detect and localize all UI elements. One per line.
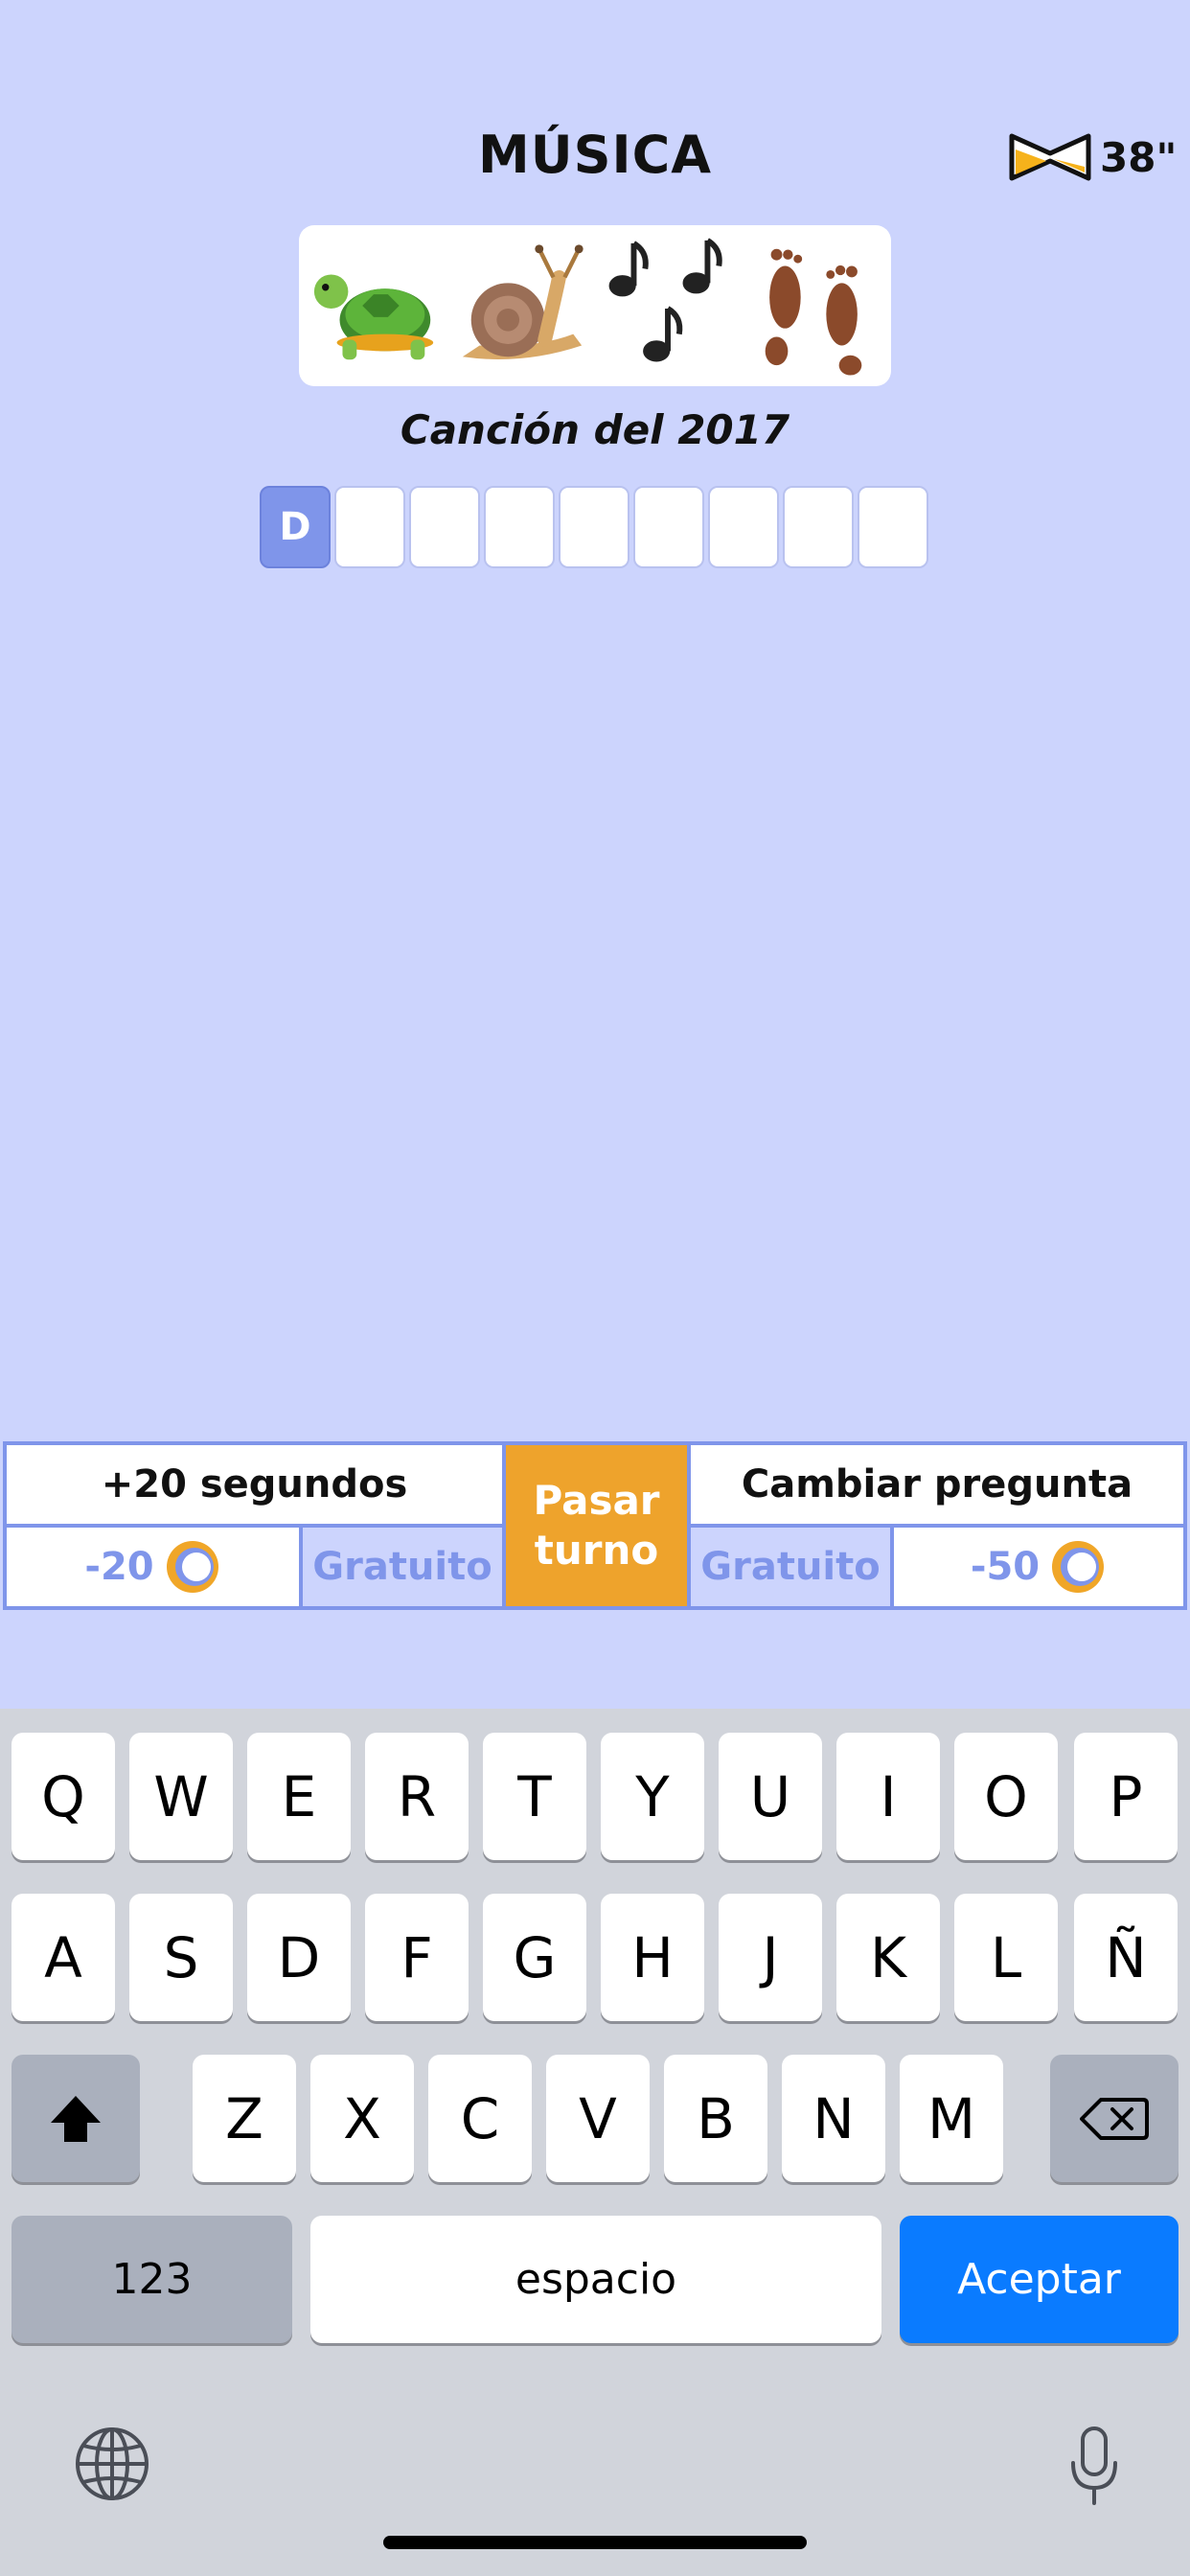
key-q[interactable]: Q [11, 1733, 115, 1860]
skip-turn-label-line1: Pasar [533, 1477, 660, 1524]
answer-cell[interactable] [334, 486, 405, 568]
key-i[interactable]: I [836, 1733, 940, 1860]
snail-emoji [462, 244, 584, 359]
space-key[interactable]: espacio [310, 2216, 881, 2343]
keyboard: Q W E R T Y U I O P A S D F G H J K L Ñ … [0, 1709, 1190, 2576]
key-f[interactable]: F [365, 1894, 469, 2021]
key-l[interactable]: L [954, 1894, 1058, 2021]
answer-cell[interactable] [783, 486, 854, 568]
timer-value: 38" [1100, 133, 1178, 181]
key-j[interactable]: J [719, 1894, 822, 2021]
key-s[interactable]: S [129, 1894, 233, 2021]
add-time-coin-button[interactable]: -20 [7, 1528, 299, 1606]
coin-icon [166, 1541, 218, 1593]
answer-cell[interactable] [559, 486, 629, 568]
key-x[interactable]: X [310, 2055, 414, 2182]
answer-cell[interactable]: D [260, 486, 331, 568]
key-enye[interactable]: Ñ [1074, 1894, 1178, 2021]
change-question-title: Cambiar pregunta [691, 1445, 1183, 1524]
accept-key[interactable]: Aceptar [900, 2216, 1179, 2343]
change-question-free-button[interactable]: Gratuito [691, 1528, 890, 1606]
microphone-icon[interactable] [1065, 2425, 1123, 2507]
add-time-free-button[interactable]: Gratuito [303, 1528, 502, 1606]
numbers-key[interactable]: 123 [11, 2216, 292, 2343]
emoji-clue-card [299, 225, 891, 386]
answer-row: D [260, 486, 928, 568]
key-r[interactable]: R [365, 1733, 469, 1860]
key-m[interactable]: M [900, 2055, 1003, 2182]
answer-cell[interactable] [708, 486, 779, 568]
key-o[interactable]: O [954, 1733, 1058, 1860]
coin-icon [1052, 1541, 1105, 1593]
key-g[interactable]: G [483, 1894, 586, 2021]
shift-key[interactable] [11, 2055, 140, 2182]
timer: 38" [1006, 128, 1177, 186]
key-d[interactable]: D [247, 1894, 351, 2021]
key-u[interactable]: U [719, 1733, 822, 1860]
musical-notes-emoji [608, 238, 722, 362]
add-time-title: +20 segundos [7, 1445, 502, 1524]
globe-icon[interactable] [73, 2425, 151, 2503]
home-indicator [383, 2536, 807, 2549]
turtle-emoji [313, 274, 434, 360]
hint-text: Canción del 2017 [400, 406, 790, 453]
key-a[interactable]: A [11, 1894, 115, 2021]
key-n[interactable]: N [782, 2055, 885, 2182]
backspace-key[interactable] [1050, 2055, 1179, 2182]
key-b[interactable]: B [664, 2055, 767, 2182]
hourglass-icon [1009, 133, 1091, 181]
answer-cell[interactable] [409, 486, 480, 568]
answer-cell[interactable] [858, 486, 928, 568]
key-z[interactable]: Z [193, 2055, 296, 2182]
skip-turn-label-line2: turno [534, 1527, 659, 1574]
shift-arrow-icon [51, 2095, 101, 2142]
footprints-emoji [765, 248, 862, 376]
key-v[interactable]: V [546, 2055, 650, 2182]
powerup-bar: +20 segundos -20 Gratuito Pasar turno Ca… [3, 1441, 1187, 1610]
change-question-coin-button[interactable]: -50 [894, 1528, 1183, 1606]
change-question-cost: -50 [970, 1545, 1041, 1589]
answer-cell[interactable] [633, 486, 704, 568]
backspace-icon [1080, 2097, 1149, 2140]
skip-turn-button[interactable]: Pasar turno [506, 1445, 687, 1606]
key-y[interactable]: Y [601, 1733, 704, 1860]
key-k[interactable]: K [836, 1894, 940, 2021]
add-time-cost: -20 [84, 1545, 154, 1589]
key-w[interactable]: W [129, 1733, 233, 1860]
key-c[interactable]: C [428, 2055, 532, 2182]
key-p[interactable]: P [1074, 1733, 1178, 1860]
answer-cell[interactable] [484, 486, 555, 568]
key-h[interactable]: H [601, 1894, 704, 2021]
key-e[interactable]: E [247, 1733, 351, 1860]
key-t[interactable]: T [483, 1733, 586, 1860]
